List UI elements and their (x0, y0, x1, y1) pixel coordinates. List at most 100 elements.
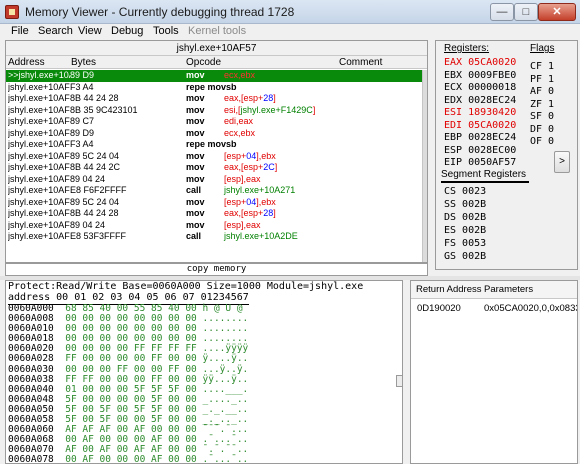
disasm-opcode: mov (186, 208, 205, 218)
disasm-opcode: mov (186, 93, 205, 103)
operand-token: ecx,ebx (224, 127, 256, 138)
disasm-row[interactable]: jshyl.exe+10AF6...89 C7 mov edi,eax (6, 116, 427, 128)
operand-token: [esp+ (224, 196, 247, 207)
menu-kernel-tools: Kernel tools (188, 25, 247, 37)
disasm-address: jshyl.exe+10AF6... (8, 162, 70, 172)
disasm-row[interactable]: jshyl.exe+10AF5...F3 A4 repe movsb (6, 82, 427, 94)
operand-token: ],ebx (256, 196, 276, 207)
stack-header: Return Address Parameters (411, 281, 577, 299)
disasm-row[interactable]: jshyl.exe+10AF5...8B 35 9C423101 mov esi,[… (6, 105, 427, 117)
flag-af[interactable]: AF 0 (530, 85, 554, 98)
segment-gs[interactable]: GS 002B (444, 250, 486, 263)
disasm-opcode: mov (186, 219, 205, 230)
disasm-operands: eax,[esp+28] (224, 93, 276, 105)
hex-row[interactable]: 0060A078 00 AF 00 00 00 AF 00 00 .¯...¯.… (8, 454, 249, 463)
disasm-row[interactable]: jshyl.exe+10AF7...89 04 24 mov [esp],eax (6, 174, 427, 186)
disasm-bytes: 89 C7 (70, 116, 95, 126)
disasm-address: jshyl.exe+10AF8... (8, 219, 70, 230)
hex-view-pane[interactable]: Protect:Read/Write Base=0060A000 Size=10… (5, 280, 403, 464)
minimize-button[interactable]: — (490, 3, 514, 21)
disassembler-pane[interactable]: jshyl.exe+10AF57 Address Bytes Opcode Co… (5, 40, 428, 263)
segment-ds[interactable]: DS 002B (444, 211, 486, 224)
menu-tools[interactable]: Tools (153, 24, 179, 39)
register-ebp[interactable]: EBP 0028EC24 (444, 131, 534, 144)
col-return-address-header[interactable]: Return Address (416, 284, 481, 295)
segment-es[interactable]: ES 002B (444, 224, 486, 237)
segment-ss[interactable]: SS 002B (444, 198, 486, 211)
menu-search[interactable]: Search (38, 24, 73, 39)
disasm-row[interactable]: jshyl.exe+10AF7...89 5C 24 04 mov [esp+04]… (6, 197, 427, 209)
disasm-address: jshyl.exe+10AF7... (8, 185, 70, 195)
register-ebx[interactable]: EBX 0009FBE0 (444, 69, 534, 82)
disasm-address: jshyl.exe+10AF6... (8, 116, 70, 126)
disasm-row[interactable]: jshyl.exe+10AF6...F3 A4 repe movsb (6, 139, 427, 151)
window-title: Memory Viewer - Currently debugging thre… (25, 5, 295, 19)
flag-pf[interactable]: PF 1 (530, 73, 554, 86)
flag-df[interactable]: DF 0 (530, 123, 554, 136)
operand-token: ] (273, 93, 276, 103)
register-eax[interactable]: EAX 05CA0020 (444, 56, 534, 69)
disassembler-location: jshyl.exe+10AF57 (6, 41, 427, 56)
disassembler-scroll-thumb[interactable] (422, 70, 427, 262)
register-edi[interactable]: EDI 05CA0020 (444, 119, 534, 132)
operand-token: eax,[esp+ (224, 208, 264, 218)
register-esi[interactable]: ESI 18930420 (444, 106, 534, 119)
maximize-button[interactable]: □ (514, 3, 538, 21)
disasm-row[interactable]: jshyl.exe+10AF7...8B 44 24 28 mov eax,[esp… (6, 208, 427, 220)
registers-title: Registers: (444, 43, 490, 54)
disasm-opcode: mov (186, 173, 205, 184)
register-esp[interactable]: ESP 0028EC00 (444, 144, 534, 157)
flag-of[interactable]: OF 0 (530, 135, 554, 148)
registers-expand-button[interactable]: > (554, 151, 570, 173)
disasm-bytes: 89 D9 (70, 70, 95, 80)
col-address-header[interactable]: Address (8, 56, 45, 69)
disasm-opcode: repe movsb (186, 139, 237, 149)
operand-token: ecx,ebx (224, 70, 256, 80)
copy-memory-bar[interactable]: copy memory (5, 263, 428, 276)
operand-token: ] (312, 104, 316, 115)
disasm-row[interactable]: jshyl.exe+10AF8...E8 53F3FFFF call jshyl.e… (6, 231, 427, 243)
col-comment-header[interactable]: Comment (339, 56, 382, 69)
flag-sf[interactable]: SF 0 (530, 110, 554, 123)
disasm-row[interactable]: jshyl.exe+10AF8...89 04 24 mov [esp],eax (6, 220, 427, 232)
register-ecx[interactable]: ECX 00000018 (444, 81, 534, 94)
register-eip[interactable]: EIP 0050AF57 (444, 156, 534, 169)
hex-ascii[interactable]: .¯...¯.. (203, 454, 249, 463)
disasm-opcode: mov (186, 150, 205, 161)
operand-token: 04 (246, 196, 257, 207)
title-bar[interactable]: Memory Viewer - Currently debugging thre… (0, 0, 580, 24)
disasm-row[interactable]: >>jshyl.exe+10AF...89 D9 mov ecx,ebx (6, 70, 427, 82)
col-bytes-header[interactable]: Bytes (71, 56, 96, 69)
disasm-address: jshyl.exe+10AF5... (8, 93, 70, 103)
menu-file[interactable]: File (11, 24, 29, 39)
hex-bytes[interactable]: 00 AF 00 00 00 AF 00 00 (65, 454, 197, 463)
disasm-bytes: 8B 35 9C423101 (70, 104, 138, 115)
disassembler-rows: >>jshyl.exe+10AF...89 D9movecx,ebxjshyl.… (6, 70, 427, 243)
operand-token: [esp],eax (224, 173, 261, 184)
col-parameters-header[interactable]: Parameters (484, 284, 533, 295)
flag-cf[interactable]: CF 1 (530, 60, 554, 73)
close-button[interactable]: ✕ (538, 3, 576, 21)
disasm-opcode: mov (186, 127, 205, 138)
disasm-row[interactable]: jshyl.exe+10AF6...89 D9 mov ecx,ebx (6, 128, 427, 140)
hex-scroll-thumb[interactable] (396, 375, 402, 387)
hex-rows: 0060A000 68 85 40 00 55 85 40 00 h @ U @… (8, 303, 249, 463)
disasm-operands: jshyl.exe+10A271 (224, 185, 295, 197)
flag-zf[interactable]: ZF 1 (530, 98, 554, 111)
disasm-row[interactable]: jshyl.exe+10AF5...8B 44 24 28 mov eax,[esp… (6, 93, 427, 105)
col-opcode-header[interactable]: Opcode (186, 56, 221, 69)
disasm-row[interactable]: jshyl.exe+10AF6...89 5C 24 04 mov [esp+04]… (6, 151, 427, 163)
segment-fs[interactable]: FS 0053 (444, 237, 486, 250)
menu-bar: File Search View Debug Tools Kernel tool… (0, 24, 580, 39)
disasm-row[interactable]: jshyl.exe+10AF7...E8 F6F2FFFF call jshyl.e… (6, 185, 427, 197)
menu-debug[interactable]: Debug (111, 24, 143, 39)
register-edx[interactable]: EDX 0028EC24 (444, 94, 534, 107)
segment-cs[interactable]: CS 0023 (444, 185, 486, 198)
disasm-row[interactable]: jshyl.exe+10AF6...8B 44 24 2C mov eax,[esp… (6, 162, 427, 174)
menu-view[interactable]: View (78, 24, 102, 39)
disasm-operands: eax,[esp+2C] (224, 162, 277, 174)
stack-trace-pane[interactable]: Return Address Parameters 0D190020 0x05CA… (410, 280, 578, 464)
disasm-operands: esi,[jshyl.exe+F1429C] (224, 105, 315, 117)
operand-token: 28 (263, 93, 274, 103)
disassembler-scrollbar[interactable] (422, 70, 427, 262)
